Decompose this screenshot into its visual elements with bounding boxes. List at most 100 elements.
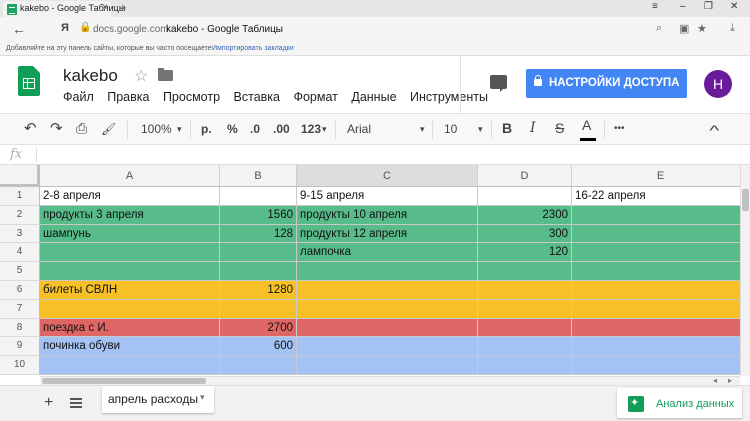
explore-button[interactable]: Анализ данных (617, 388, 742, 418)
more-options-icon[interactable]: ••• (614, 123, 625, 134)
cell-e6[interactable] (572, 281, 740, 300)
column-header-a[interactable]: A (40, 165, 220, 187)
decrease-decimals-button[interactable]: .0 (250, 122, 260, 136)
share-button[interactable]: НАСТРОЙКИ ДОСТУПА (526, 69, 687, 98)
cell-a1[interactable]: 2-8 апреля (40, 187, 220, 206)
cell-c4[interactable]: лампочка (297, 243, 478, 263)
cell-e1[interactable]: 16-22 апреля (572, 187, 740, 206)
row-header-1[interactable]: 1 (0, 187, 40, 206)
column-header-e[interactable]: E (572, 165, 740, 187)
font-size-chevron-down-icon[interactable]: ▾ (478, 124, 483, 135)
print-icon[interactable]: ⎙ (76, 120, 87, 137)
redo-icon[interactable]: ↷ (50, 119, 63, 137)
row-header-3[interactable]: 3 (0, 224, 40, 244)
cell-d8[interactable] (478, 318, 572, 338)
close-tab-icon[interactable]: × (102, 2, 108, 13)
bookmark-star-icon[interactable]: ★ (697, 22, 707, 35)
cell-c8[interactable] (297, 318, 478, 338)
font-chevron-down-icon[interactable]: ▾ (420, 124, 425, 135)
avatar[interactable]: H (704, 70, 732, 98)
cell-b2[interactable]: 1560 (220, 205, 297, 225)
font-size-select[interactable]: 10 (444, 122, 457, 136)
minimize-button[interactable]: – (680, 1, 686, 12)
url-domain[interactable]: docs.google.com (93, 24, 169, 35)
cell-a8[interactable]: поездка с И. (40, 318, 220, 338)
cell-a2[interactable]: продукты 3 апреля (40, 205, 220, 225)
scroll-left-arrow-icon[interactable]: ◂ (713, 376, 717, 385)
cell-a4[interactable] (40, 243, 220, 263)
italic-button[interactable]: I (530, 120, 536, 136)
font-select[interactable]: Arial (347, 122, 371, 136)
column-header-b[interactable]: B (220, 165, 297, 187)
cell-b6[interactable]: 1280 (220, 281, 297, 300)
cell-d3[interactable]: 300 (478, 224, 572, 244)
increase-decimals-button[interactable]: .00 (273, 122, 290, 136)
cell-a7[interactable] (40, 299, 220, 319)
cell-e9[interactable] (572, 337, 740, 357)
window-menu-icon[interactable]: ≡ (652, 1, 658, 12)
currency-format-button[interactable]: р. (201, 122, 212, 136)
yandex-button[interactable]: Я (61, 22, 69, 34)
select-all-corner[interactable] (0, 165, 40, 187)
cell-d5[interactable] (478, 262, 572, 281)
new-tab-button[interactable]: + (119, 0, 127, 15)
row-header-9[interactable]: 9 (0, 337, 40, 357)
horizontal-scroll-thumb[interactable] (42, 378, 206, 384)
url-page-title[interactable]: kakebo - Google Таблицы (166, 24, 283, 35)
cell-a6[interactable]: билеты СВЛН (40, 281, 220, 300)
undo-icon[interactable]: ↶ (24, 119, 37, 137)
row-header-7[interactable]: 7 (0, 299, 40, 319)
cell-e5[interactable] (572, 262, 740, 281)
menu-tools[interactable]: Инструменты (410, 90, 488, 104)
menu-insert[interactable]: Вставка (234, 90, 280, 104)
zoom-chevron-down-icon[interactable]: ▾ (177, 124, 182, 135)
sheet-chevron-down-icon[interactable]: ▾ (200, 392, 205, 403)
more-formats-button[interactable]: 123 (301, 122, 321, 136)
cell-b5[interactable] (220, 262, 297, 281)
downloads-icon[interactable]: ⤓ (730, 22, 735, 35)
percent-format-button[interactable]: % (227, 122, 238, 136)
maximize-button[interactable]: ❐ (704, 1, 713, 12)
cell-b10[interactable] (220, 356, 297, 375)
close-window-button[interactable]: ✕ (730, 1, 738, 12)
cell-b3[interactable]: 128 (220, 224, 297, 244)
cell-a9[interactable]: починка обуви (40, 337, 220, 357)
add-sheet-button[interactable]: + (44, 394, 53, 412)
strikethrough-button[interactable]: S (555, 120, 564, 136)
row-header-2[interactable]: 2 (0, 205, 40, 225)
cell-e4[interactable] (572, 243, 740, 263)
cell-d2[interactable]: 2300 (478, 205, 572, 225)
cell-d9[interactable] (478, 337, 572, 357)
vertical-scroll-thumb[interactable] (742, 189, 749, 211)
column-header-c[interactable]: C (297, 165, 478, 187)
cell-b4[interactable] (220, 243, 297, 263)
cell-e8[interactable] (572, 318, 740, 338)
vertical-scrollbar[interactable] (740, 165, 750, 376)
row-header-5[interactable]: 5 (0, 262, 40, 281)
back-arrow-icon[interactable]: ← (12, 21, 26, 37)
comments-icon[interactable] (490, 75, 507, 92)
cell-e7[interactable] (572, 299, 740, 319)
import-bookmarks-link[interactable]: Импортировать закладки (212, 45, 294, 52)
cell-d4[interactable]: 120 (478, 243, 572, 263)
menu-edit[interactable]: Правка (107, 90, 149, 104)
cell-c10[interactable] (297, 356, 478, 375)
reader-mode-icon[interactable]: ▣ (679, 22, 689, 35)
row-header-6[interactable]: 6 (0, 281, 40, 300)
cell-c3[interactable]: продукты 12 апреля (297, 224, 478, 244)
cell-b8[interactable]: 2700 (220, 318, 297, 338)
cell-d6[interactable] (478, 281, 572, 300)
cell-b1[interactable] (220, 187, 297, 206)
cell-d1[interactable] (478, 187, 572, 206)
cell-b7[interactable] (220, 299, 297, 319)
sheets-logo-icon[interactable] (18, 66, 40, 96)
column-header-d[interactable]: D (478, 165, 572, 187)
cell-c5[interactable] (297, 262, 478, 281)
search-icon[interactable]: ⌕ (656, 22, 662, 35)
scroll-right-arrow-icon[interactable]: ▸ (728, 376, 732, 385)
cell-d10[interactable] (478, 356, 572, 375)
row-header-10[interactable]: 10 (0, 356, 40, 375)
cell-c6[interactable] (297, 281, 478, 300)
row-header-4[interactable]: 4 (0, 243, 40, 263)
cell-a3[interactable]: шампунь (40, 224, 220, 244)
